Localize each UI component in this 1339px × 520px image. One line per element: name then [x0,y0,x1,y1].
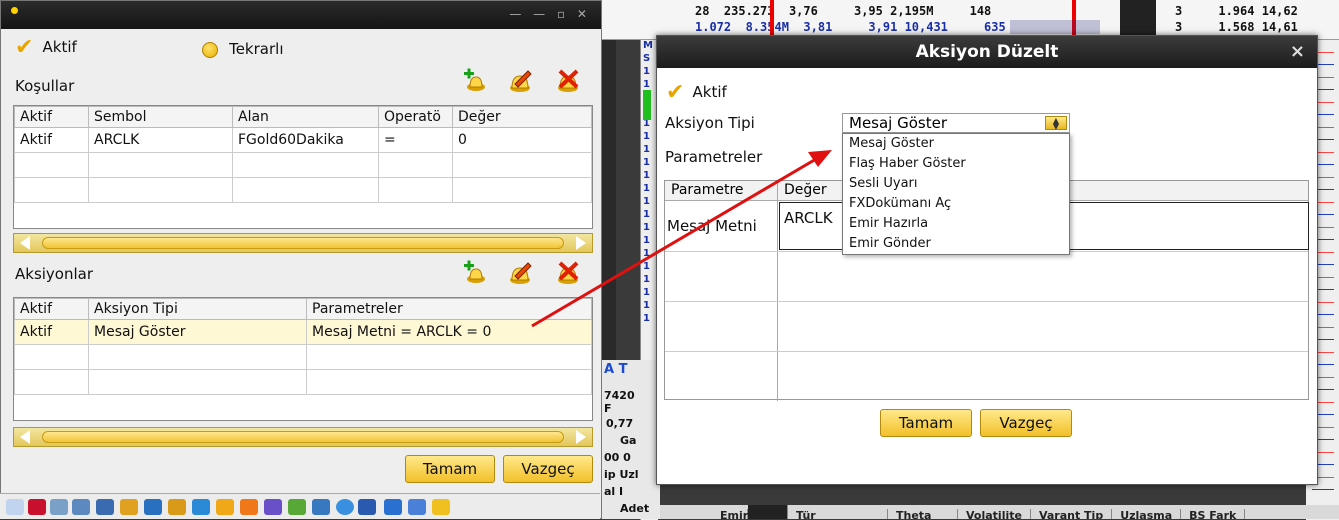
annotation-arrow-icon [531,150,832,328]
